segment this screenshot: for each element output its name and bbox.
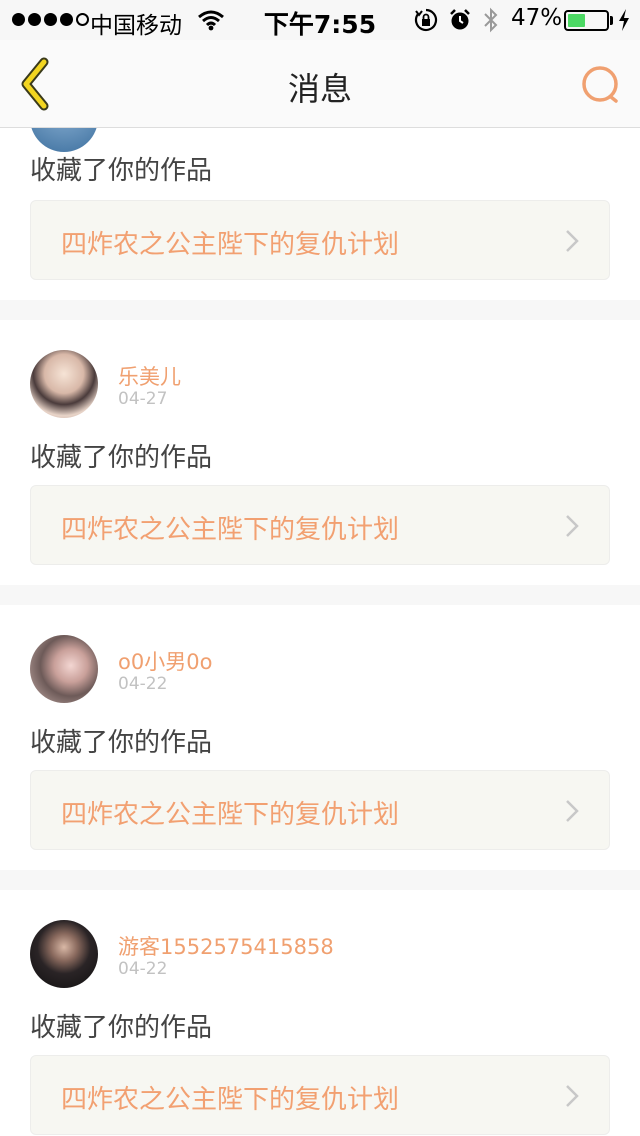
message-card: 收藏了你的作品 四炸农之公主陛下的复仇计划 xyxy=(0,128,640,300)
page-title: 消息 xyxy=(287,70,352,108)
orientation-lock-icon xyxy=(414,8,438,38)
work-link[interactable]: 四炸农之公主陛下的复仇计划 xyxy=(30,200,610,280)
message-action-text: 收藏了你的作品 xyxy=(30,1013,213,1043)
message-action-text: 收藏了你的作品 xyxy=(30,728,213,758)
chevron-right-icon xyxy=(566,800,579,822)
message-date: 04-22 xyxy=(118,674,168,694)
chevron-right-icon xyxy=(566,1085,579,1107)
avatar[interactable] xyxy=(30,350,98,418)
work-link[interactable]: 四炸农之公主陛下的复仇计划 xyxy=(30,485,610,565)
username[interactable]: o0小男0o xyxy=(118,646,212,676)
message-list[interactable]: 收藏了你的作品 四炸农之公主陛下的复仇计划 乐美儿 04-27 收藏了你的作品 … xyxy=(0,128,640,1136)
chevron-right-icon xyxy=(566,230,579,252)
status-bar: 中国移动 下午7:55 47% xyxy=(0,0,640,40)
avatar[interactable] xyxy=(30,920,98,988)
message-action-text: 收藏了你的作品 xyxy=(30,443,213,473)
battery-percent: 47% xyxy=(511,5,563,31)
username[interactable]: 游客1552575415858 xyxy=(118,931,334,961)
work-title: 四炸农之公主陛下的复仇计划 xyxy=(61,800,400,830)
message-action-text: 收藏了你的作品 xyxy=(30,156,213,186)
work-title: 四炸农之公主陛下的复仇计划 xyxy=(61,1085,400,1115)
avatar[interactable] xyxy=(30,128,98,152)
work-title: 四炸农之公主陛下的复仇计划 xyxy=(61,515,400,545)
message-date: 04-22 xyxy=(118,959,168,979)
message-card: o0小男0o 04-22 收藏了你的作品 四炸农之公主陛下的复仇计划 xyxy=(0,605,640,870)
search-button[interactable] xyxy=(578,62,624,108)
username[interactable]: 乐美儿 xyxy=(118,361,181,391)
avatar[interactable] xyxy=(30,635,98,703)
alarm-icon xyxy=(448,8,472,38)
work-link[interactable]: 四炸农之公主陛下的复仇计划 xyxy=(30,770,610,850)
charging-icon xyxy=(617,8,631,38)
work-title: 四炸农之公主陛下的复仇计划 xyxy=(61,230,400,260)
work-link[interactable]: 四炸农之公主陛下的复仇计划 xyxy=(30,1055,610,1135)
message-card: 乐美儿 04-27 收藏了你的作品 四炸农之公主陛下的复仇计划 xyxy=(0,320,640,585)
search-icon xyxy=(582,66,618,103)
message-card: 游客1552575415858 04-22 收藏了你的作品 四炸农之公主陛下的复… xyxy=(0,890,640,1136)
navigation-bar: 消息 xyxy=(0,40,640,128)
battery-icon xyxy=(564,10,609,31)
bluetooth-icon xyxy=(482,7,500,39)
chevron-right-icon xyxy=(566,515,579,537)
message-date: 04-27 xyxy=(118,389,168,409)
